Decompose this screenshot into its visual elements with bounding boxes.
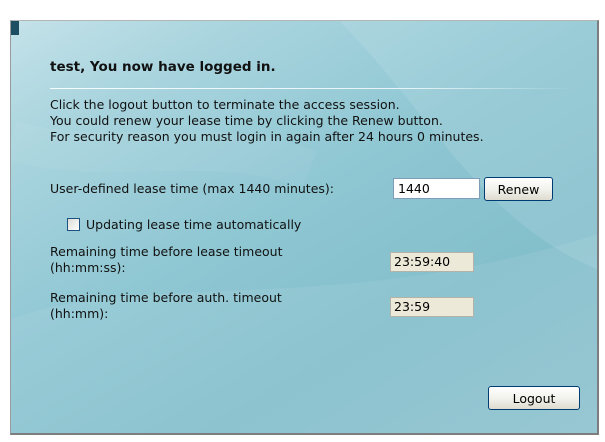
info-line: You could renew your lease time by click…	[50, 113, 443, 128]
auth-timeout-label-line: (hh:mm):	[50, 306, 109, 321]
auto-update-label: Updating lease time automatically	[86, 217, 302, 232]
auth-timeout-value: 23:59	[390, 297, 474, 317]
lease-timeout-value: 23:59:40	[390, 252, 474, 272]
auto-update-checkbox[interactable]	[67, 218, 80, 231]
lease-time-label: User-defined lease time (max 1440 minute…	[50, 181, 334, 196]
login-status-panel: test, You now have logged in. Click the …	[10, 20, 599, 435]
info-line: For security reason you must login in ag…	[50, 129, 484, 144]
auth-timeout-label: Remaining time before auth. timeout (hh:…	[50, 290, 282, 322]
title-divider	[50, 88, 572, 89]
logout-button[interactable]: Logout	[488, 386, 580, 410]
corner-marker	[11, 21, 19, 35]
renew-button[interactable]: Renew	[484, 177, 553, 201]
lease-timeout-label: Remaining time before lease timeout (hh:…	[50, 244, 282, 276]
lease-timeout-label-line: (hh:mm:ss):	[50, 260, 126, 275]
info-line: Click the logout button to terminate the…	[50, 97, 400, 112]
info-message: Click the logout button to terminate the…	[50, 97, 484, 145]
auth-timeout-label-line: Remaining time before auth. timeout	[50, 290, 282, 305]
lease-time-input[interactable]	[393, 178, 480, 199]
lease-timeout-label-line: Remaining time before lease timeout	[50, 244, 283, 259]
page-title: test, You now have logged in.	[50, 59, 276, 75]
